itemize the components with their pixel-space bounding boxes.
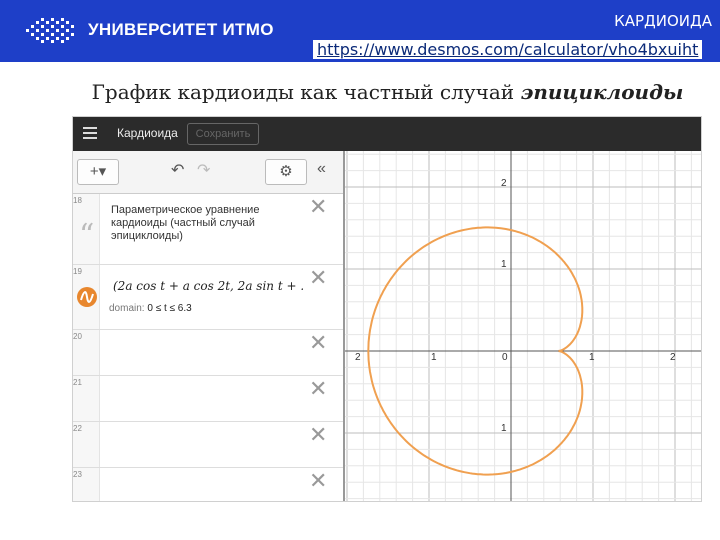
undo-icon[interactable]: ↶ — [171, 160, 184, 180]
domain-value[interactable]: 0 ≤ t ≤ 6.3 — [147, 303, 191, 314]
desmos-calculator: Кардиоида Сохранить +▾ ↶ ↷ ⚙ « 18 “ Пара… — [72, 116, 702, 502]
row-number: 22 — [73, 424, 82, 433]
collapse-panel-icon[interactable]: « — [317, 160, 326, 178]
row-number: 21 — [73, 378, 82, 387]
add-item-button[interactable]: +▾ — [77, 159, 119, 185]
slide-title: График кардиоиды как частный случай эпиц… — [0, 80, 720, 104]
row-gutter: 21 — [73, 376, 100, 421]
row-number: 18 — [73, 196, 82, 205]
row-gutter: 22 — [73, 422, 100, 467]
desmos-link[interactable]: https://www.desmos.com/calculator/vho4bx… — [313, 40, 703, 59]
parametric-expression[interactable]: (2a cos t + a cos 2t, 2a sin t + ... — [113, 279, 303, 293]
row-gutter: 23 — [73, 468, 100, 501]
expression-row-empty[interactable]: 21 ✕ — [73, 376, 343, 422]
x-tick-label: 1 — [589, 352, 595, 363]
domain-label: domain: — [109, 303, 145, 314]
y-tick-label: 1 — [501, 259, 507, 270]
slide-header-title: КАРДИОИДА — [614, 12, 712, 30]
parametric-domain[interactable]: domain: 0 ≤ t ≤ 6.3 — [109, 303, 192, 314]
slide-title-emphasis: эпициклоиды — [520, 80, 684, 104]
y-tick-label: 2 — [501, 178, 507, 189]
desmos-topbar: Кардиоида Сохранить — [73, 117, 701, 151]
delete-row-icon[interactable]: ✕ — [309, 378, 327, 400]
expression-row-empty[interactable]: 23 ✕ — [73, 468, 343, 501]
grid-lines — [345, 151, 701, 501]
y-tick-label: 1 — [501, 423, 507, 434]
header-band: УНИВЕРСИТЕТ ИТМО КАРДИОИДА https://www.d… — [0, 0, 720, 62]
row-gutter: 18 “ — [73, 194, 100, 264]
delete-row-icon[interactable]: ✕ — [309, 470, 327, 492]
save-button[interactable]: Сохранить — [187, 123, 259, 145]
row-number: 23 — [73, 470, 82, 479]
slide-title-text: График кардиоиды как частный случай — [91, 80, 515, 104]
x-tick-label: 2 — [355, 352, 361, 363]
row-gutter: 20 — [73, 330, 100, 375]
note-text[interactable]: Параметрическое уравнение кардиоиды (час… — [111, 204, 296, 243]
expression-row-empty[interactable]: 22 ✕ — [73, 422, 343, 468]
graph-title[interactable]: Кардиоида — [117, 126, 178, 140]
x-tick-label: 0 — [502, 352, 508, 363]
x-tick-label: 1 — [431, 352, 437, 363]
row-number: 19 — [73, 267, 82, 276]
settings-button[interactable]: ⚙ — [265, 159, 307, 185]
delete-row-icon[interactable]: ✕ — [309, 332, 327, 354]
note-quote-icon: “ — [79, 218, 95, 253]
curve-color-icon[interactable] — [77, 287, 97, 307]
row-number: 20 — [73, 332, 82, 341]
university-name: УНИВЕРСИТЕТ ИТМО — [88, 20, 274, 39]
expression-toolbar: +▾ ↶ ↷ ⚙ « — [73, 151, 343, 194]
itmo-logo-icon — [26, 18, 74, 43]
delete-row-icon[interactable]: ✕ — [309, 424, 327, 446]
expression-panel: +▾ ↶ ↷ ⚙ « 18 “ Параметрическое уравнени… — [73, 151, 345, 501]
expression-row-parametric[interactable]: 19 (2a cos t + a cos 2t, 2a sin t + ... … — [73, 265, 343, 330]
tick-labels: 2 1 0 1 2 2 1 1 — [355, 178, 676, 434]
row-gutter: 19 — [73, 265, 100, 329]
delete-row-icon[interactable]: ✕ — [309, 267, 327, 289]
expression-row-empty[interactable]: 20 ✕ — [73, 330, 343, 376]
x-tick-label: 2 — [670, 352, 676, 363]
delete-row-icon[interactable]: ✕ — [309, 196, 327, 218]
parametric-curve-icon — [80, 291, 94, 303]
expression-row-note[interactable]: 18 “ Параметрическое уравнение кардиоиды… — [73, 194, 343, 265]
graph-paper[interactable]: 2 1 0 1 2 2 1 1 — [345, 151, 701, 501]
redo-icon[interactable]: ↷ — [197, 160, 210, 180]
hamburger-menu-icon[interactable] — [83, 127, 97, 139]
